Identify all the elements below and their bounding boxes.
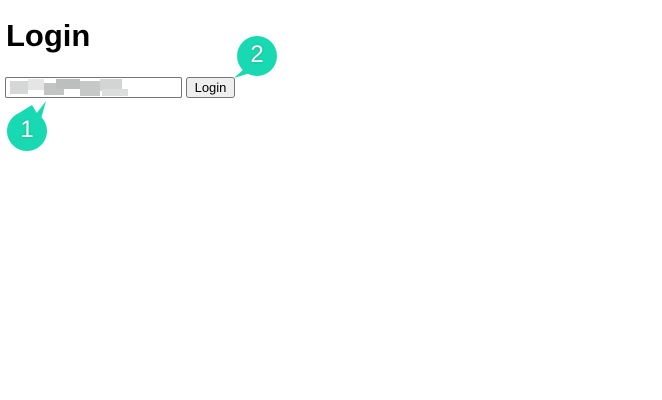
- marker-1-label: 1: [20, 116, 34, 143]
- redacted-text: [10, 81, 28, 94]
- login-button[interactable]: Login: [186, 77, 235, 98]
- page-title: Login: [6, 18, 91, 53]
- annotation-marker-2: 2: [234, 36, 278, 78]
- username-input[interactable]: [5, 77, 182, 98]
- marker-2-label: 2: [250, 41, 264, 68]
- annotation-marker-1: 1: [6, 101, 48, 151]
- login-page: Login Login 1 2: [0, 0, 662, 400]
